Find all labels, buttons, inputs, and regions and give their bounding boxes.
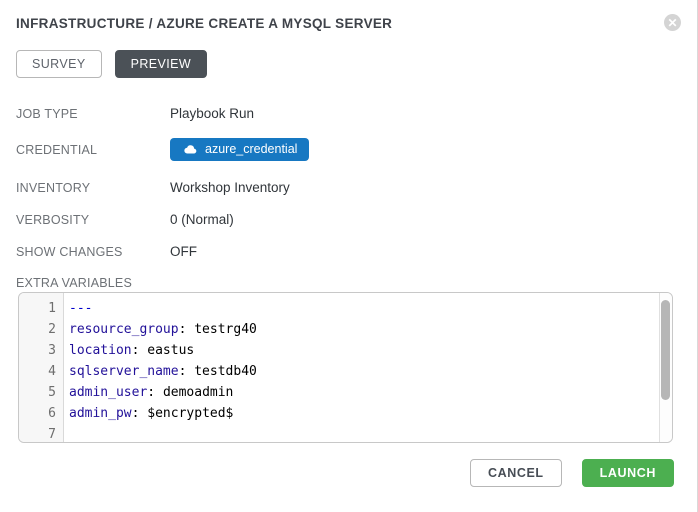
credential-badge-label: azure_credential (205, 142, 297, 156)
editor-scrollbar-thumb[interactable] (661, 300, 670, 400)
detail-row-inventory: INVENTORY Workshop Inventory (16, 180, 681, 195)
close-icon[interactable]: ✕ (664, 14, 681, 31)
code-line: 5 admin_user: demoadmin (19, 382, 658, 403)
modal-title: INFRASTRUCTURE / AZURE CREATE A MYSQL SE… (16, 16, 681, 31)
job-type-label: JOB TYPE (16, 106, 170, 121)
code-line: 7 (19, 424, 658, 443)
yaml-key: location (69, 343, 132, 358)
line-number: 7 (19, 424, 64, 443)
line-number: 1 (19, 298, 64, 319)
yaml-value: testrg40 (194, 322, 257, 337)
job-details: JOB TYPE Playbook Run CREDENTIAL azure_c… (16, 106, 681, 259)
code-line: 6 admin_pw: $encrypted$ (19, 403, 658, 424)
cancel-button[interactable]: CANCEL (470, 459, 562, 487)
job-template-preview-modal: INFRASTRUCTURE / AZURE CREATE A MYSQL SE… (0, 0, 698, 512)
inventory-value: Workshop Inventory (170, 180, 290, 195)
cloud-icon (182, 144, 197, 155)
line-number: 2 (19, 319, 64, 340)
show-changes-label: SHOW CHANGES (16, 244, 170, 259)
code-line: 1 --- (19, 298, 658, 319)
tab-preview[interactable]: PREVIEW (115, 50, 207, 78)
editor-code: 1 --- 2 resource_group: testrg40 3 locat… (19, 298, 658, 443)
yaml-value: demoadmin (163, 385, 233, 400)
show-changes-value: OFF (170, 244, 197, 259)
credential-badge[interactable]: azure_credential (170, 138, 309, 161)
yaml-doc-separator: --- (69, 301, 92, 316)
job-type-value: Playbook Run (170, 106, 254, 121)
yaml-value: testdb40 (194, 364, 257, 379)
line-number: 3 (19, 340, 64, 361)
detail-row-credential: CREDENTIAL azure_credential (16, 137, 681, 161)
yaml-value: eastus (147, 343, 194, 358)
yaml-key: resource_group (69, 322, 179, 337)
code-line: 2 resource_group: testrg40 (19, 319, 658, 340)
line-number: 5 (19, 382, 64, 403)
modal-footer: CANCEL LAUNCH (16, 459, 674, 487)
editor-scrollbar-track (659, 293, 672, 442)
detail-row-verbosity: VERBOSITY 0 (Normal) (16, 212, 681, 227)
detail-row-show-changes: SHOW CHANGES OFF (16, 244, 681, 259)
extra-variables-editor[interactable]: 1 --- 2 resource_group: testrg40 3 locat… (18, 292, 673, 443)
verbosity-value: 0 (Normal) (170, 212, 234, 227)
credential-label: CREDENTIAL (16, 142, 170, 157)
inventory-label: INVENTORY (16, 180, 170, 195)
yaml-key: admin_user (69, 385, 147, 400)
yaml-key: sqlserver_name (69, 364, 179, 379)
launch-button[interactable]: LAUNCH (582, 459, 674, 487)
code-line: 4 sqlserver_name: testdb40 (19, 361, 658, 382)
verbosity-label: VERBOSITY (16, 212, 170, 227)
extra-variables-label: EXTRA VARIABLES (16, 276, 681, 290)
modal-header: INFRASTRUCTURE / AZURE CREATE A MYSQL SE… (0, 0, 697, 31)
tab-bar: SURVEY PREVIEW (16, 50, 681, 78)
line-number: 4 (19, 361, 64, 382)
detail-row-job-type: JOB TYPE Playbook Run (16, 106, 681, 121)
tab-survey[interactable]: SURVEY (16, 50, 102, 78)
line-number: 6 (19, 403, 64, 424)
yaml-value: $encrypted$ (147, 406, 233, 421)
code-line: 3 location: eastus (19, 340, 658, 361)
yaml-key: admin_pw (69, 406, 132, 421)
